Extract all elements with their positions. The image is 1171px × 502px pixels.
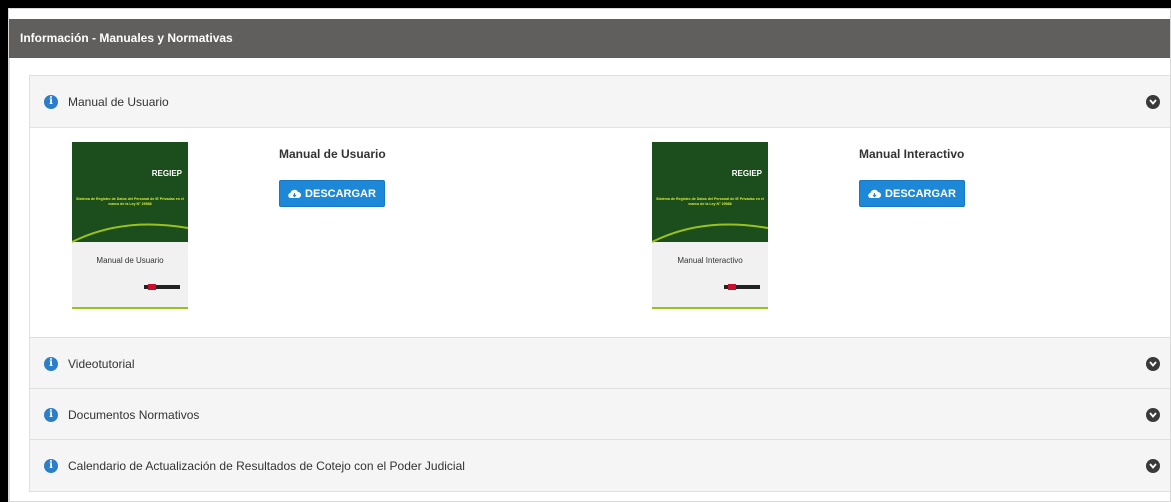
cover-brand: REGIEP — [151, 169, 182, 178]
manual-cover-image: REGIEP Sistema de Registro de Datos del … — [72, 142, 188, 309]
info-icon: i — [44, 356, 58, 371]
accordion: i Manual de Usuario REGIEP Sistema de Re… — [9, 58, 1170, 501]
accordion-section-manual-usuario: i Manual de Usuario REGIEP Sistema de Re… — [29, 75, 1170, 338]
chevron-down-icon[interactable] — [1146, 356, 1160, 371]
section-title: Manual de Usuario — [68, 94, 169, 109]
accordion-section-calendario: i Calendario de Actualización de Resulta… — [29, 439, 1170, 492]
section-title: Documentos Normativos — [68, 407, 200, 422]
download-manual-usuario-button[interactable]: DESCARGAR — [279, 180, 385, 207]
cover-label: Manual Interactivo — [677, 256, 743, 265]
cover-subtitle: Sistema de Registro de Datos del Persona… — [76, 197, 184, 206]
peru-flag-logo — [148, 284, 156, 290]
manual-title: Manual de Usuario — [279, 147, 386, 161]
button-label: DESCARGAR — [885, 187, 956, 200]
cover-subtitle: Sistema de Registro de Datos del Persona… — [656, 197, 764, 206]
cloud-download-icon — [868, 189, 882, 198]
accordion-header-manual-usuario[interactable]: i Manual de Usuario — [30, 76, 1170, 127]
peru-flag-logo — [728, 284, 736, 290]
manuales-panel: Información - Manuales y Normativas i Ma… — [8, 8, 1171, 502]
cover-brand: REGIEP — [731, 169, 762, 178]
info-icon: i — [44, 458, 58, 473]
accordion-section-documentos-normativos: i Documentos Normativos — [29, 388, 1170, 441]
accordion-body-manual-usuario: REGIEP Sistema de Registro de Datos del … — [30, 127, 1170, 337]
accordion-section-videotutorial: i Videotutorial — [29, 337, 1170, 390]
accordion-header-videotutorial[interactable]: i Videotutorial — [30, 338, 1170, 389]
section-title: Videotutorial — [68, 356, 135, 371]
accordion-header-calendario[interactable]: i Calendario de Actualización de Resulta… — [30, 440, 1170, 491]
cover-label: Manual de Usuario — [96, 256, 164, 265]
section-title: Calendario de Actualización de Resultado… — [68, 458, 465, 473]
chevron-down-icon[interactable] — [1146, 94, 1160, 109]
info-icon: i — [44, 94, 58, 109]
button-label: DESCARGAR — [305, 187, 376, 200]
chevron-down-icon[interactable] — [1146, 407, 1160, 422]
manual-cover-image: REGIEP Sistema de Registro de Datos del … — [652, 142, 768, 309]
cloud-download-icon — [288, 189, 302, 198]
info-icon: i — [44, 407, 58, 422]
accordion-header-documentos-normativos[interactable]: i Documentos Normativos — [30, 389, 1170, 440]
chevron-down-icon[interactable] — [1146, 458, 1160, 473]
manual-title: Manual Interactivo — [859, 147, 965, 161]
download-manual-interactivo-button[interactable]: DESCARGAR — [859, 180, 965, 207]
panel-header: Información - Manuales y Normativas — [9, 19, 1170, 58]
